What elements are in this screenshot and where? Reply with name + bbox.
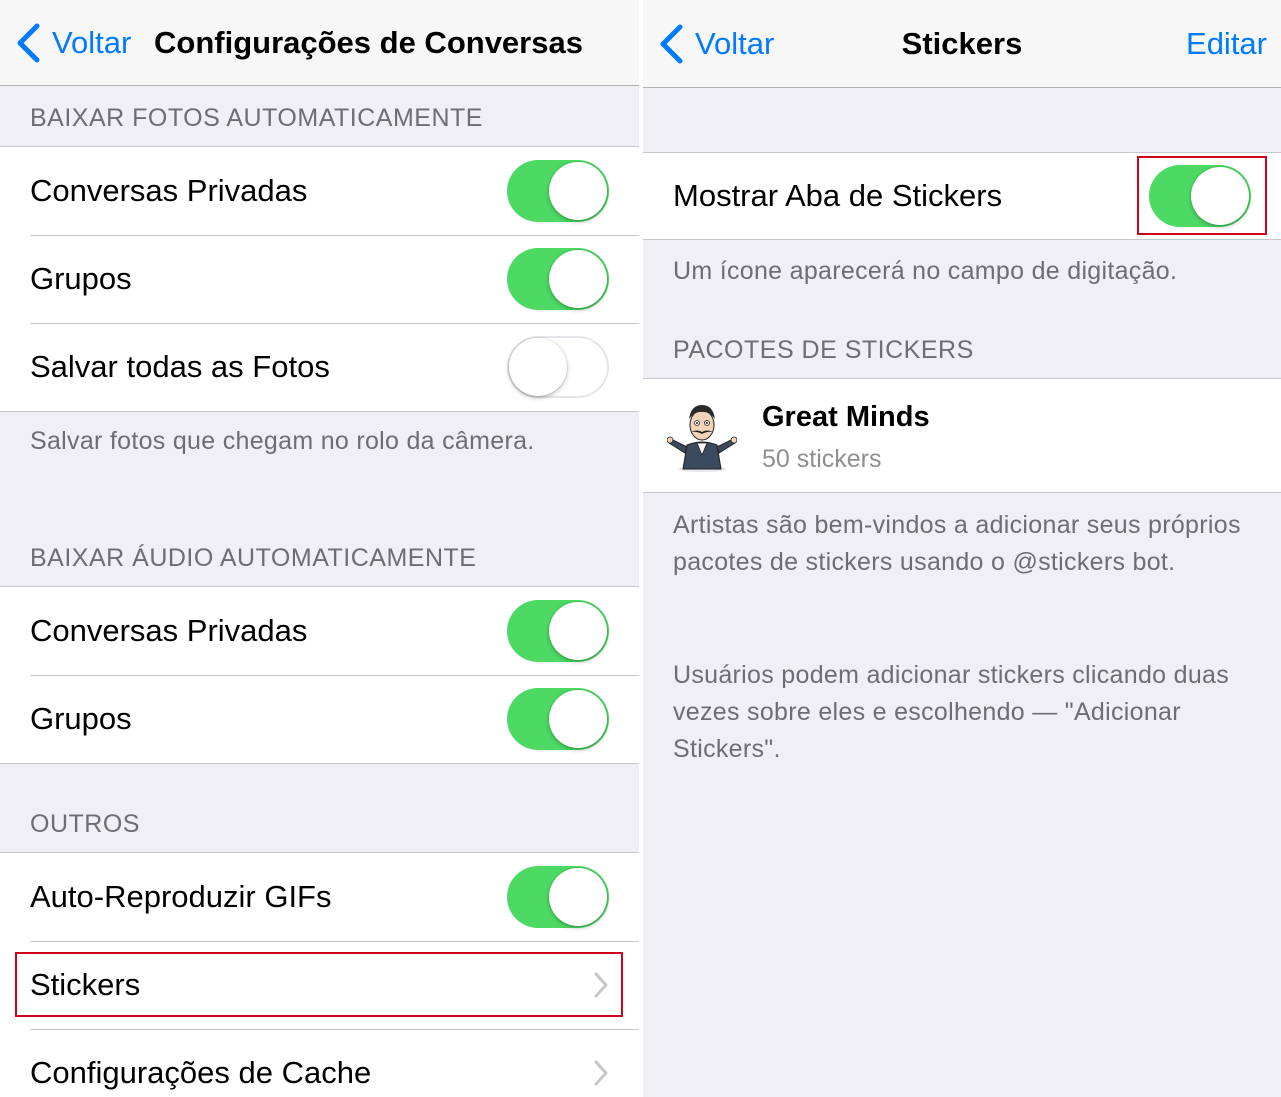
page-title: Configurações de Conversas [154, 24, 583, 60]
audio-groups-row: Grupos [0, 675, 639, 763]
others-group: Auto-Reproduzir GIFs Stickers Configuraç… [0, 852, 639, 1097]
show-stickers-tab-toggle[interactable] [1149, 165, 1251, 227]
chevron-right-icon [594, 1060, 608, 1086]
autoplay-gifs-toggle[interactable] [507, 866, 609, 928]
photos-group: Conversas Privadas Grupos Salvar todas a… [0, 146, 639, 412]
stickers-screen: Voltar Stickers Editar Mostrar Aba de St… [643, 0, 1281, 1097]
packs-section-header: PACOTES DE STICKERS [673, 336, 974, 364]
chevron-right-icon [594, 972, 608, 998]
right-navbar: Voltar Stickers Editar [643, 0, 1281, 88]
save-all-photos-row: Salvar todas as Fotos [0, 323, 639, 411]
save-all-photos-toggle[interactable] [507, 336, 609, 398]
toggle-knob [549, 690, 607, 748]
show-tab-footer: Um ícone aparecerá no campo de digitação… [673, 257, 1178, 285]
packs-group: Great Minds 50 stickers [643, 378, 1281, 493]
stickers-row[interactable]: Stickers [0, 941, 639, 1029]
row-label: Auto-Reproduzir GIFs [30, 879, 332, 914]
chevron-left-icon [17, 23, 40, 62]
photos-groups-toggle[interactable] [507, 248, 609, 310]
pack-name: Great Minds [762, 401, 930, 433]
audio-section-header: BAIXAR ÁUDIO AUTOMATICAMENTE [30, 544, 477, 572]
artists-footer: Artistas são bem-vindos a adicionar seus… [673, 511, 1241, 576]
photos-footer: Salvar fotos que chegam no rolo da câmer… [30, 427, 535, 455]
row-label: Conversas Privadas [30, 173, 308, 208]
toggle-knob [549, 602, 607, 660]
chat-settings-screen: Voltar Configurações de Conversas BAIXAR… [0, 0, 639, 1097]
pack-count: 50 stickers [762, 445, 882, 473]
row-label: Grupos [30, 701, 132, 736]
row-label: Salvar todas as Fotos [30, 349, 330, 384]
others-section-header: OUTROS [30, 810, 140, 838]
photos-private-chats-toggle[interactable] [507, 160, 609, 222]
photos-groups-row: Grupos [0, 235, 639, 323]
users-footer: Usuários podem adicionar stickers clican… [673, 661, 1230, 763]
sticker-pack-thumbnail [667, 405, 737, 472]
audio-private-chats-toggle[interactable] [507, 600, 609, 662]
edit-button[interactable]: Editar [1186, 0, 1267, 87]
autoplay-gifs-row: Auto-Reproduzir GIFs [0, 853, 639, 941]
toggle-knob [549, 868, 607, 926]
back-label: Voltar [52, 24, 132, 60]
row-label: Stickers [30, 967, 141, 1002]
row-label: Grupos [30, 261, 132, 296]
photos-private-chats-row: Conversas Privadas [0, 147, 639, 235]
audio-private-chats-row: Conversas Privadas [0, 587, 639, 675]
photos-section-header: BAIXAR FOTOS AUTOMATICAMENTE [30, 104, 483, 132]
left-navbar: Voltar Configurações de Conversas [0, 0, 639, 86]
show-tab-group: Mostrar Aba de Stickers [643, 152, 1281, 240]
back-button[interactable]: Voltar [16, 0, 131, 85]
toggle-knob [549, 162, 607, 220]
row-label: Conversas Privadas [30, 613, 308, 648]
toggle-knob [509, 338, 567, 396]
audio-groups-toggle[interactable] [507, 688, 609, 750]
toggle-knob [1191, 167, 1249, 225]
show-stickers-tab-row: Mostrar Aba de Stickers [643, 153, 1281, 239]
row-label: Mostrar Aba de Stickers [673, 178, 1003, 213]
sticker-pack-row[interactable]: Great Minds 50 stickers [643, 379, 1281, 492]
row-label: Configurações de Cache [30, 1055, 372, 1090]
audio-group: Conversas Privadas Grupos [0, 586, 639, 764]
toggle-knob [549, 250, 607, 308]
cache-settings-row[interactable]: Configurações de Cache [0, 1029, 639, 1097]
